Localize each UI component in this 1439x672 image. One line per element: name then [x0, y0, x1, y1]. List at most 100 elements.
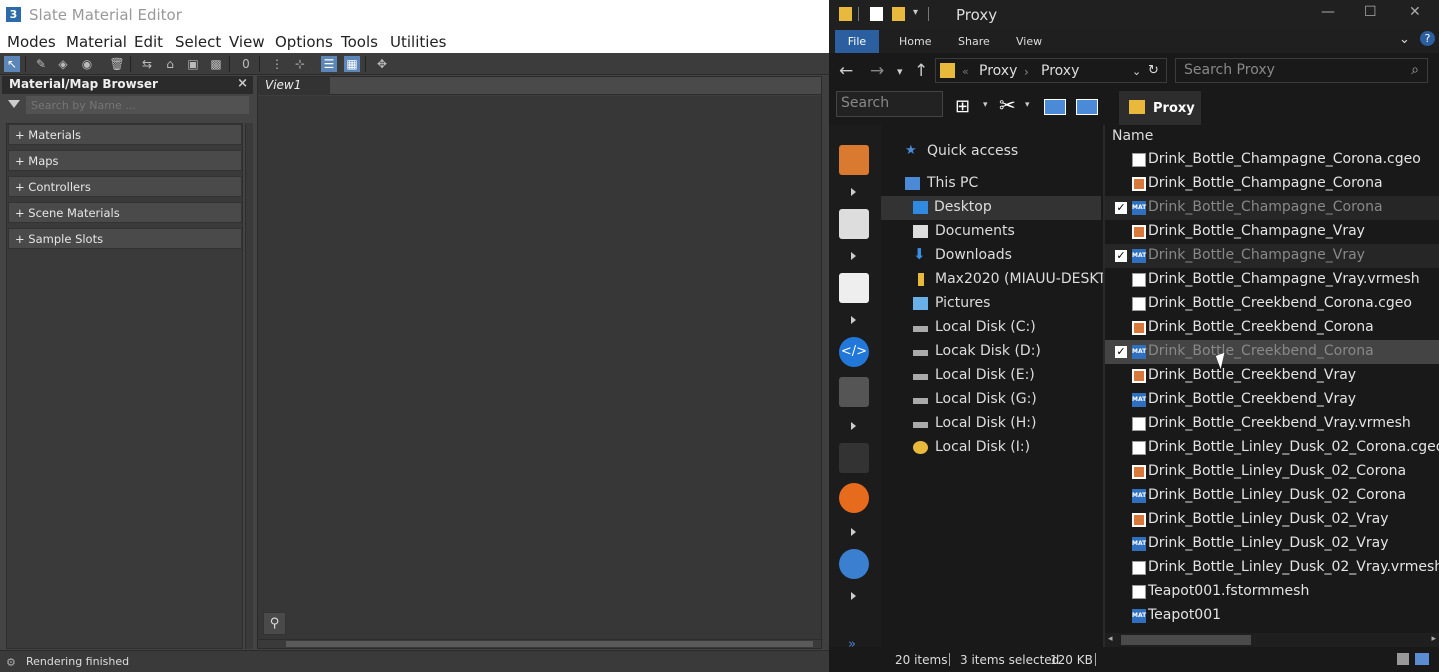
view-scroll-thumb[interactable] — [286, 641, 813, 647]
nav-desktop[interactable]: Desktop — [881, 196, 1101, 220]
file-row[interactable]: Drink_Bottle_Creekbend_Vray — [1105, 364, 1439, 388]
ribbon-tab-view[interactable]: View — [1016, 35, 1042, 48]
tab-view1[interactable]: View1 — [258, 77, 330, 95]
file-row[interactable]: Drink_Bottle_Creekbend_Corona — [1105, 316, 1439, 340]
browser-search-input[interactable] — [26, 96, 249, 114]
large-icons-view-icon[interactable] — [1415, 653, 1429, 665]
windows-dropdown-icon[interactable]: ▾ — [983, 100, 988, 110]
breadcrumb-proxy-current[interactable]: Proxy — [1041, 63, 1079, 79]
file-row[interactable]: Drink_Bottle_Linley_Dusk_02_Corona.cgeo — [1105, 436, 1439, 460]
new-folder-icon[interactable] — [892, 7, 905, 21]
rollout-controllers[interactable]: + Controllers — [8, 176, 242, 197]
pick-material-icon[interactable]: ✎ — [33, 56, 49, 72]
breadcrumb-separator-icon[interactable]: › — [1024, 65, 1029, 79]
material-id-icon[interactable]: 0 — [238, 56, 254, 72]
expand-ribbon-icon[interactable]: ⌄ — [1399, 32, 1410, 47]
menu-material[interactable]: Material — [66, 33, 127, 51]
cut-dropdown-icon[interactable]: ▾ — [1025, 100, 1030, 110]
forward-arrow-icon[interactable]: → — [870, 61, 884, 81]
nav-local-disk-c[interactable]: Local Disk (C:) — [913, 316, 1103, 340]
address-bar[interactable]: « Proxy › Proxy ⌄ ↻ — [935, 58, 1167, 83]
dual-pane-icon[interactable] — [1076, 99, 1098, 115]
menu-edit[interactable]: Edit — [134, 33, 163, 51]
file-row[interactable]: Drink_Bottle_Champagne_Vray — [1105, 220, 1439, 244]
rollout-materials[interactable]: + Materials — [8, 124, 242, 145]
select-by-material-icon[interactable]: ✥ — [374, 56, 390, 72]
up-arrow-icon[interactable]: ↑ — [914, 61, 928, 81]
code-editor-icon[interactable]: </> — [839, 337, 869, 367]
ribbon-tab-share[interactable]: Share — [958, 35, 990, 48]
file-row[interactable]: Drink_Bottle_Champagne_Vray.vrmesh — [1105, 268, 1439, 292]
file-row[interactable]: MAT Teapot001 — [1105, 604, 1439, 628]
browser-scrollbar[interactable] — [245, 123, 253, 649]
show-background-icon[interactable]: ▩ — [208, 56, 224, 72]
close-icon[interactable]: ✕ — [1409, 4, 1421, 20]
file-row[interactable]: Drink_Bottle_Creekbend_Vray.vrmesh — [1105, 412, 1439, 436]
expand-arrow-icon[interactable] — [851, 422, 856, 430]
material-browser-toggle-icon[interactable]: ☰ — [321, 56, 337, 72]
scroll-thumb[interactable] — [1121, 635, 1251, 645]
expand-arrow-icon[interactable] — [851, 252, 856, 260]
font-viewer-icon[interactable] — [839, 273, 869, 303]
nav-documents[interactable]: Documents — [913, 220, 1103, 244]
layout-children-icon[interactable]: ⊹ — [292, 56, 308, 72]
menu-utilities[interactable]: Utilities — [390, 33, 446, 51]
menu-modes[interactable]: Modes — [7, 33, 56, 51]
media-player-icon[interactable] — [839, 443, 869, 473]
menu-tools[interactable]: Tools — [341, 33, 378, 51]
menu-options[interactable]: Options — [275, 33, 333, 51]
menu-select[interactable]: Select — [175, 33, 221, 51]
overflow-chevrons-icon[interactable]: « — [962, 65, 969, 78]
maximize-icon[interactable]: ☐ — [1364, 4, 1377, 20]
file-row[interactable]: Teapot001.fstormmesh — [1105, 580, 1439, 604]
expand-arrow-icon[interactable] — [851, 528, 856, 536]
ribbon-tab-file[interactable]: File — [835, 30, 879, 53]
row-checkbox[interactable]: ✓ — [1115, 346, 1127, 358]
script-app-icon[interactable] — [839, 145, 869, 175]
properties-icon[interactable] — [870, 7, 883, 21]
explorer-search-input[interactable]: Search Proxy ⌕ — [1175, 58, 1428, 83]
back-arrow-icon[interactable]: ← — [839, 61, 853, 81]
scroll-icon[interactable] — [839, 209, 869, 239]
file-row[interactable]: Drink_Bottle_Creekbend_Corona.cgeo — [1105, 292, 1439, 316]
menu-view[interactable]: View — [229, 33, 265, 51]
nav-max2020[interactable]: Max2020 (MIAUU-DESKTO — [913, 268, 1103, 292]
nav-downloads[interactable]: ⬇ Downloads — [913, 244, 1103, 268]
mini-search-input[interactable]: Search — [836, 91, 943, 117]
ribbon-tab-home[interactable]: Home — [899, 35, 931, 48]
network-globe-icon[interactable] — [839, 549, 869, 579]
browser-options-arrow-icon[interactable] — [8, 100, 20, 108]
rollout-maps[interactable]: + Maps — [8, 150, 242, 171]
rollout-scene-materials[interactable]: + Scene Materials — [8, 202, 242, 223]
customize-quick-access-icon[interactable]: ▾ — [913, 7, 921, 21]
column-header-name[interactable]: Name — [1112, 128, 1153, 144]
recent-locations-icon[interactable]: ▾ — [897, 65, 903, 78]
file-row[interactable]: MAT Drink_Bottle_Creekbend_Vray — [1105, 388, 1439, 412]
move-children-icon[interactable]: ⇆ — [139, 56, 155, 72]
node-canvas[interactable] — [258, 96, 821, 639]
single-pane-icon[interactable] — [1044, 99, 1066, 115]
windows-icon[interactable]: ⊞ — [955, 96, 970, 117]
tab-proxy[interactable]: Proxy — [1119, 91, 1201, 125]
rollout-sample-slots[interactable]: + Sample Slots — [8, 228, 242, 249]
select-tool-icon[interactable]: ↖ — [4, 56, 20, 72]
file-row[interactable]: Drink_Bottle_Linley_Dusk_02_Corona — [1105, 460, 1439, 484]
refresh-icon[interactable]: ↻ — [1148, 63, 1159, 78]
breadcrumb-proxy-parent[interactable]: Proxy — [979, 63, 1017, 79]
firefox-icon[interactable] — [839, 483, 869, 513]
expand-arrow-icon[interactable] — [851, 316, 856, 324]
file-row[interactable]: Drink_Bottle_Champagne_Corona.cgeo — [1105, 148, 1439, 172]
binoculars-icon[interactable]: ⚲ — [263, 612, 286, 635]
nav-this-pc[interactable]: This PC — [905, 172, 1095, 196]
nav-local-disk-e[interactable]: Local Disk (E:) — [913, 364, 1103, 388]
show-map-icon[interactable]: ▣ — [185, 56, 201, 72]
details-view-icon[interactable] — [1397, 653, 1409, 665]
help-icon[interactable]: ? — [1420, 31, 1435, 46]
nav-local-disk-d[interactable]: Locak Disk (D:) — [913, 340, 1103, 364]
row-checkbox[interactable]: ✓ — [1115, 250, 1127, 262]
scroll-right-icon[interactable]: ▸ — [1431, 634, 1436, 644]
nav-pictures[interactable]: Pictures — [913, 292, 1103, 316]
assign-material-icon[interactable]: ◉ — [79, 56, 95, 72]
nav-local-disk-h[interactable]: Local Disk (H:) — [913, 412, 1103, 436]
scroll-left-icon[interactable]: ◂ — [1108, 634, 1113, 644]
